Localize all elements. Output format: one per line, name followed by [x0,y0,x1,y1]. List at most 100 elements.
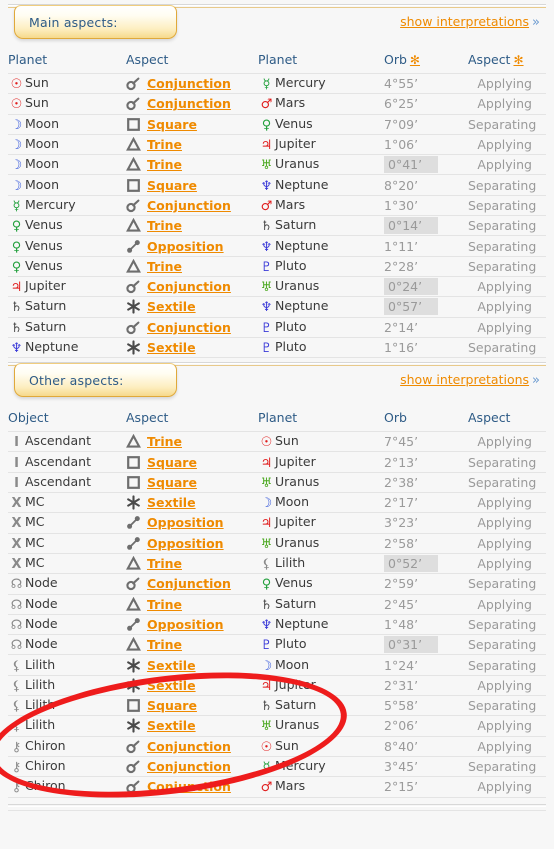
aspect-link[interactable]: Opposition [147,536,224,551]
orb-value: 1°11’ [384,238,419,254]
cell-aspect: Trine [126,154,258,176]
planet-name: Sun [275,433,299,449]
aspect-link[interactable]: Trine [147,157,182,172]
orb-value: 2°28’ [384,258,419,274]
aspect-link[interactable]: Opposition [147,617,224,632]
aspect-link[interactable]: Sextile [147,299,196,314]
cell-aspect: Square [126,114,258,135]
column-header-aspect-kind-label: Aspect [468,410,511,426]
aspect-link[interactable]: Trine [147,137,182,152]
cell-orb: 0°41’ [384,154,468,176]
aspect-link[interactable]: Conjunction [147,198,231,213]
cell-aspect: Conjunction [126,776,258,798]
cell-planet: ♅ Uranus [258,472,384,494]
cell-object: ⚸ Lilith [8,715,126,737]
aspect-link[interactable]: Square [147,455,197,470]
lilith-glyph-icon: ⚸ [11,678,22,694]
planet-name: Pluto [275,636,307,652]
section-tab[interactable]: Main aspects: [14,5,177,39]
cell-orb: 1°06’ [384,134,468,156]
cell-aspect-kind: Separating [468,256,546,277]
cell-aspect: Conjunction [126,756,258,778]
conjunction-aspect-icon [126,279,141,294]
object-name: Node [25,575,58,591]
aspect-link[interactable]: Opposition [147,239,224,254]
planet-name: Jupiter [275,676,316,692]
cell-planet: ☽ Moon [258,492,384,514]
cell-planet: ☉ Sun [258,736,384,757]
aspect-link[interactable]: Trine [147,637,182,652]
table-row: ⚸ Lilith Sextile ☽ Moon 1°24’ Separating [8,654,546,676]
table-row: ♆ Neptune Sextile ♇ Pluto 1°16’ Separating [8,337,546,359]
mc-glyph-icon: X [11,516,22,532]
cell-object: X MC [8,533,126,554]
table-header-row: Object Aspect Planet Orb Aspect [8,404,546,432]
jupiter-glyph-icon: ♃ [260,678,273,694]
cell-aspect: Sextile [126,296,258,318]
aspect-link[interactable]: Conjunction [147,320,231,335]
cell-aspect-kind: Separating [468,451,546,473]
aspect-link[interactable]: Conjunction [147,779,231,794]
uranus-glyph-icon: ♅ [260,719,273,735]
orb-value: 2°59’ [384,576,419,592]
aspect-link[interactable]: Square [147,698,197,713]
aspect-link[interactable]: Trine [147,259,182,274]
aspect-link[interactable]: Conjunction [147,739,231,754]
aspect-link[interactable]: Trine [147,556,182,571]
aspect-link[interactable]: Trine [147,597,182,612]
aspect-link[interactable]: Conjunction [147,76,231,91]
jupiter-glyph-icon: ♃ [260,516,273,532]
object-name: MC [25,534,45,550]
cell-object: ☽ Moon [8,154,126,176]
venus-glyph-icon: ♀ [261,117,272,133]
cell-object: ☉ Sun [8,72,126,95]
square-aspect-icon [126,475,141,490]
cell-object: ⚷ Chiron [8,736,126,757]
orb-info-asterisk-icon[interactable]: ✻ [410,53,420,67]
cell-orb: 7°45’ [384,431,468,453]
section-tab[interactable]: Other aspects: [14,363,177,398]
cell-aspect: Sextile [126,337,258,359]
mc-glyph-icon: X [11,557,22,573]
cell-planet: ♄ Saturn [258,695,384,717]
table-row: ☽ Moon Square ♀ Venus 7°09’ Separating [8,114,546,135]
aspect-link[interactable]: Sextile [147,340,196,355]
cell-aspect-kind: Separating [468,472,546,494]
cell-orb: 8°40’ [384,736,468,757]
aspect-link[interactable]: Square [147,117,197,132]
aspect-link[interactable]: Sextile [147,678,196,693]
show-interpretations-link[interactable]: show interpretations» [400,372,540,388]
cell-object: I Ascendant [8,472,126,494]
aspect-link[interactable]: Opposition [147,515,224,530]
trine-aspect-icon [126,434,141,449]
aspect-link[interactable]: Square [147,178,197,193]
aspect-link[interactable]: Trine [147,218,182,233]
cell-aspect-kind: Separating [468,174,546,196]
aspect-link[interactable]: Conjunction [147,96,231,111]
aspect-kind-value: Separating [468,218,537,234]
cell-object: ♆ Neptune [8,337,126,359]
aspect-link[interactable]: Trine [147,434,182,449]
cell-aspect: Square [126,451,258,473]
cell-orb: 4°55’ [384,72,468,95]
column-header-aspect-kind: Aspect ✻ [468,46,546,74]
aspect-link[interactable]: Conjunction [147,576,231,591]
aspect-link[interactable]: Sextile [147,718,196,733]
cell-aspect: Opposition [126,614,258,636]
aspect-link[interactable]: Square [147,475,197,490]
cell-orb: 0°24’ [384,276,468,298]
show-interpretations-link[interactable]: show interpretations» [400,14,540,30]
aspect-link[interactable]: Sextile [147,495,196,510]
table-row: ⚷ Chiron Conjunction ♂ Mars 2°15’ Applying [8,776,546,798]
cell-planet: ♀ Venus [258,573,384,595]
conjunction-aspect-icon [126,759,141,774]
aspect-link[interactable]: Conjunction [147,759,231,774]
jupiter-glyph-icon: ♃ [10,280,23,296]
planet-name: Mercury [275,758,326,774]
planet-name: Venus [275,115,313,131]
aspect-link[interactable]: Sextile [147,658,196,673]
cell-aspect-kind: Applying [468,512,546,534]
planet-name: Mars [275,778,306,794]
aspect-info-asterisk-icon[interactable]: ✻ [513,53,523,67]
aspect-link[interactable]: Conjunction [147,279,231,294]
